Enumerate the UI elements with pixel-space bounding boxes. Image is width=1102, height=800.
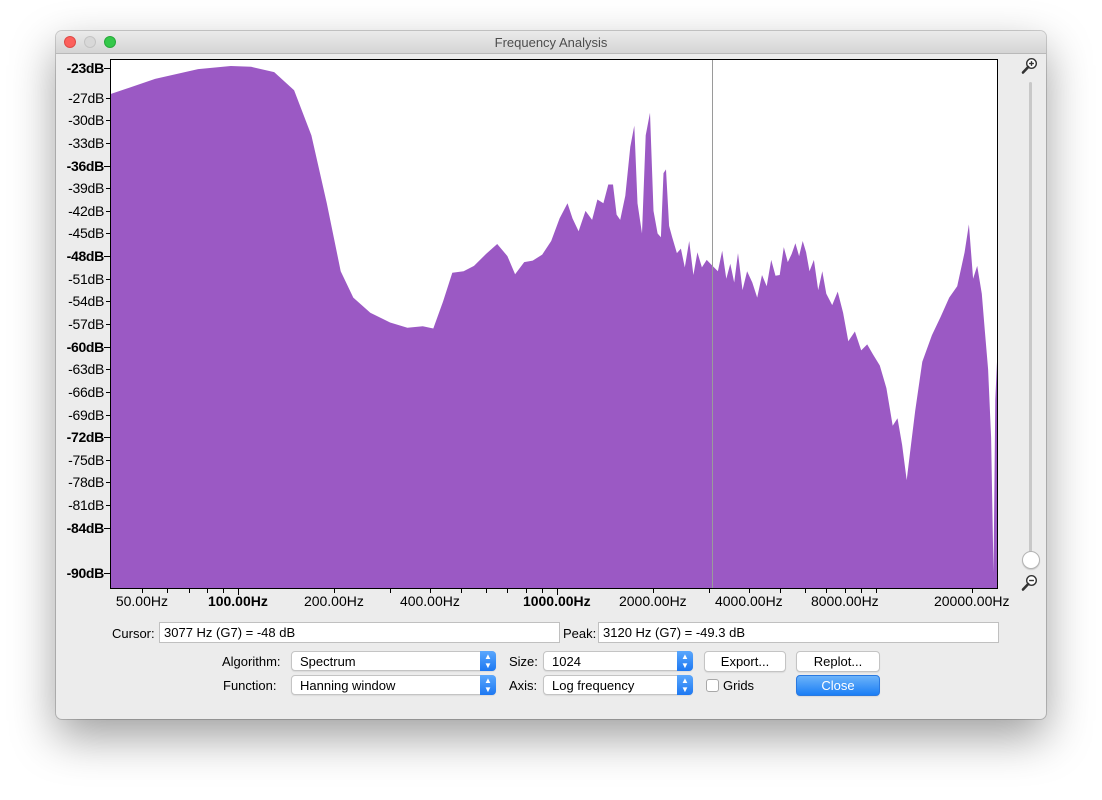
peak-readout-field[interactable]: 3120 Hz (G7) = -49.3 dB [598, 622, 999, 643]
y-tick-label: -33dB [68, 134, 104, 151]
y-tick-label: -45dB [68, 225, 104, 242]
close-button[interactable]: Close [796, 675, 880, 696]
x-axis: 50.00Hz 100.00Hz 200.00Hz 400.00Hz 1000.00Hz… [110, 589, 1009, 613]
cursor-readout-field[interactable]: 3077 Hz (G7) = -48 dB [159, 622, 560, 643]
y-tick-label: -42dB [68, 202, 104, 219]
axis-select[interactable]: Log frequency ▲ ▼ [543, 675, 693, 695]
y-tick-label: -54dB [68, 293, 104, 310]
function-select[interactable]: Hanning window ▲ ▼ [291, 675, 496, 695]
x-minor-tick-mark [507, 589, 509, 593]
x-tick-label: 100.00Hz [207, 593, 268, 609]
x-tick-label: 400.00Hz [399, 593, 460, 609]
window-title: Frequency Analysis [494, 35, 608, 50]
algorithm-select-value: Spectrum [300, 654, 356, 669]
algorithm-select[interactable]: Spectrum ▲ ▼ [291, 651, 496, 671]
chevron-updown-icon: ▲ ▼ [480, 651, 496, 671]
x-tick-label: 2000.00Hz [618, 593, 687, 609]
axis-select-value: Log frequency [552, 678, 635, 693]
x-minor-tick-mark [188, 589, 190, 593]
spectrum-chart [111, 60, 997, 588]
spectrum-area [111, 66, 997, 588]
export-button[interactable]: Export... [704, 651, 786, 672]
replot-button[interactable]: Replot... [796, 651, 880, 672]
y-tick-label: -51dB [68, 270, 104, 287]
x-tick-label: 1000.00Hz [522, 593, 591, 609]
x-minor-tick-mark [708, 589, 710, 593]
cursor-label: Cursor: [112, 626, 155, 641]
size-select[interactable]: 1024 ▲ ▼ [543, 651, 693, 671]
zoom-out-icon[interactable] [1021, 574, 1039, 592]
x-tick-label: 8000.00Hz [810, 593, 879, 609]
y-tick-label: -60dB [66, 338, 105, 355]
chevron-updown-icon: ▲ ▼ [677, 651, 693, 671]
y-tick-label: -36dB [66, 157, 105, 174]
grids-checkbox[interactable] [706, 679, 719, 692]
y-tick-label: -72dB [66, 429, 105, 446]
zoom-slider-track[interactable] [1029, 82, 1032, 568]
x-minor-tick-mark [460, 589, 462, 593]
chevron-updown-icon: ▲ ▼ [480, 675, 496, 695]
peak-label: Peak: [563, 626, 597, 641]
y-tick-label: -27dB [68, 89, 104, 106]
y-tick-label: -39dB [68, 180, 104, 197]
y-axis: -23dB -27dB -30dB -33dB -36dB -39dB -42dB -45dB… [56, 59, 110, 589]
size-select-value: 1024 [552, 654, 581, 669]
y-tick-label: -78dB [68, 474, 104, 491]
y-tick-label: -81dB [68, 497, 104, 514]
zoom-slider-knob[interactable] [1022, 551, 1040, 569]
zoom-in-icon[interactable] [1021, 57, 1039, 75]
y-tick-label: -69dB [68, 406, 104, 423]
x-tick-label: 200.00Hz [303, 593, 364, 609]
algorithm-label: Algorithm: [222, 654, 281, 669]
y-tick-label: -57dB [68, 316, 104, 332]
spectrum-plot[interactable] [110, 59, 998, 589]
x-minor-tick-mark [486, 589, 488, 593]
x-minor-tick-mark [390, 589, 392, 593]
axis-label: Axis: [509, 678, 538, 693]
y-tick-label: -23dB [66, 59, 105, 76]
title-bar[interactable]: Frequency Analysis [56, 31, 1046, 54]
y-tick-label: -48dB [66, 248, 105, 265]
x-tick-label: 20000.00Hz [933, 593, 1010, 609]
x-tick-label: 4000.00Hz [714, 593, 783, 609]
x-tick-label: 50.00Hz [115, 593, 168, 609]
chevron-updown-icon: ▲ ▼ [677, 675, 693, 695]
y-tick-label: -66dB [68, 383, 104, 400]
y-tick-label: -84dB [66, 519, 105, 536]
y-tick-label: -75dB [68, 451, 104, 468]
y-tick-label: -90dB [66, 564, 105, 581]
function-label: Function: [223, 678, 277, 693]
x-minor-tick-mark [804, 589, 806, 593]
y-tick-label: -30dB [68, 112, 104, 129]
size-label: Size: [509, 654, 538, 669]
function-select-value: Hanning window [300, 678, 396, 693]
y-tick-label: -63dB [68, 361, 104, 378]
grids-label: Grids [723, 678, 755, 693]
